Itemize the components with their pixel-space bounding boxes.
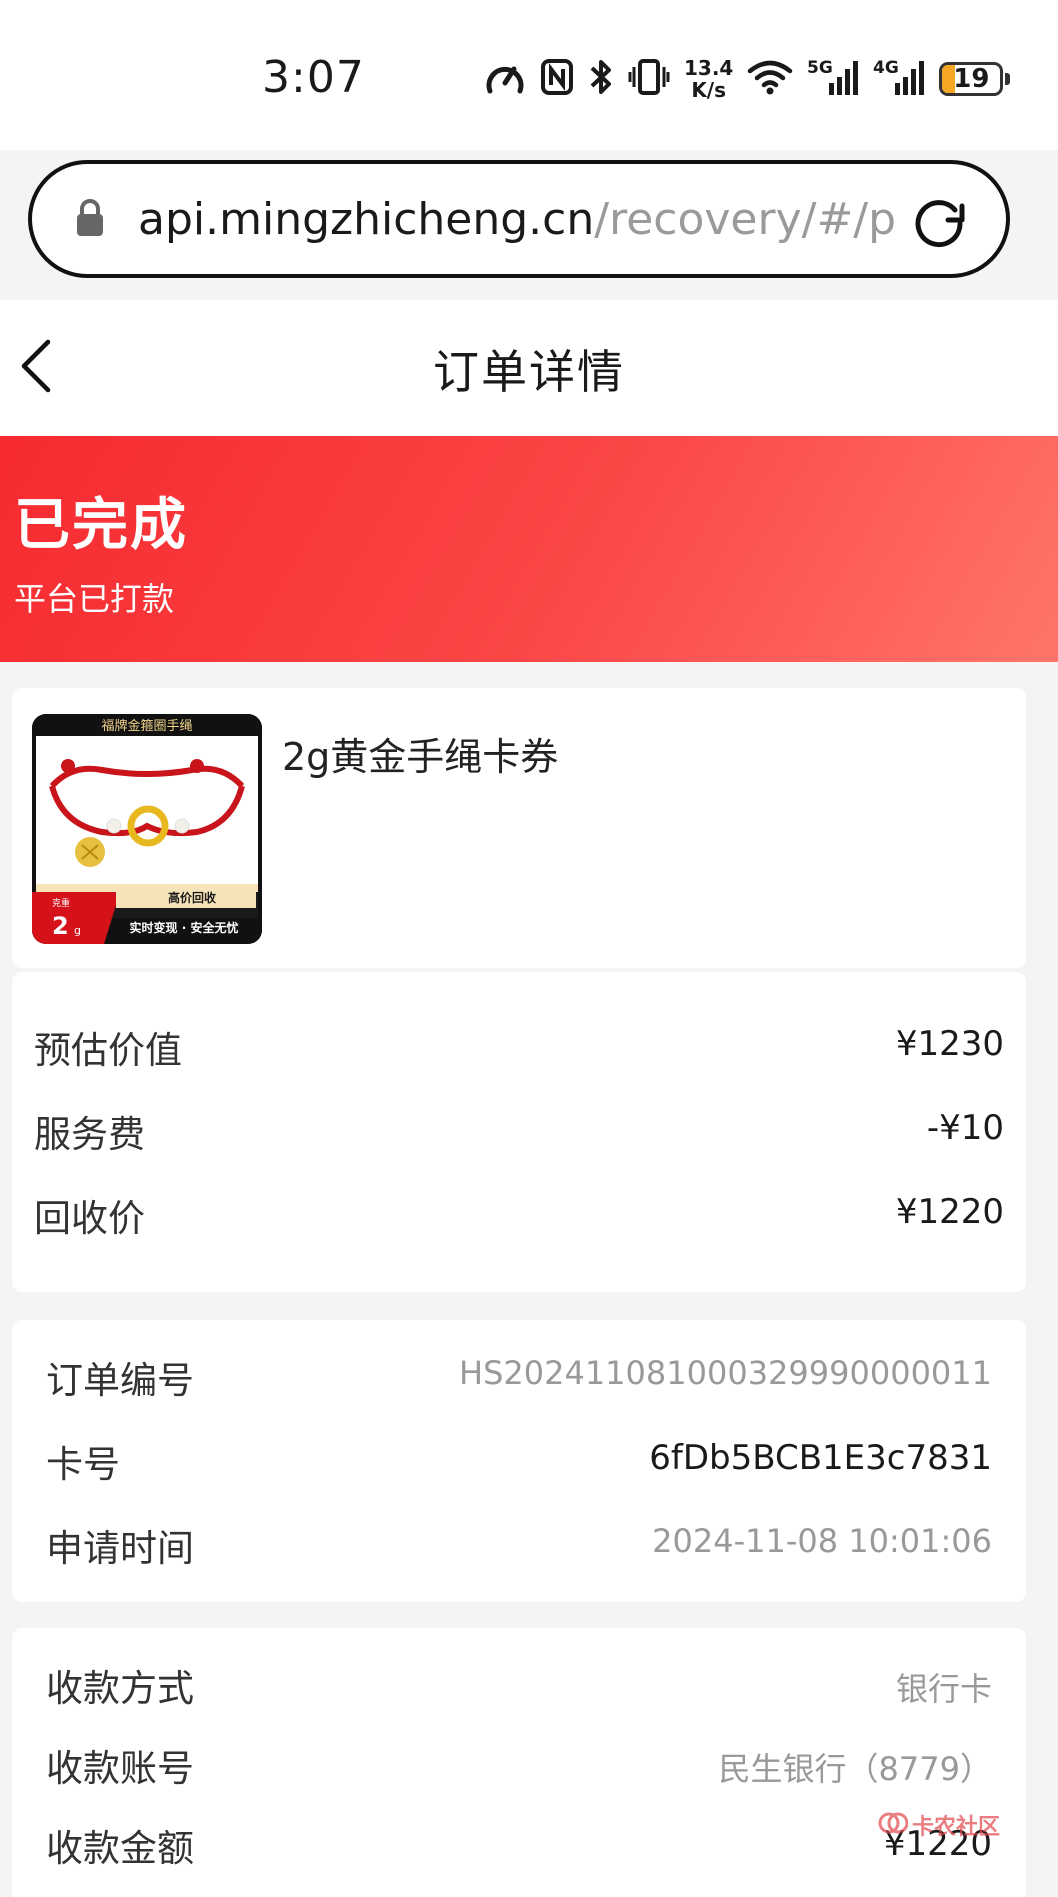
status-bar: 3:07 13.4 K/s 5G 4G 19 (0, 0, 1058, 150)
price-row: 服务费 -¥10 (12, 1104, 1026, 1164)
promo-top: 高价回收 (168, 890, 216, 905)
signal-5g-label: 5G (807, 58, 833, 78)
url-path: /recovery/#/p (594, 194, 897, 245)
lock-icon[interactable] (74, 198, 106, 242)
price-card: 预估价值 ¥1230 服务费 -¥10 回收价 ¥1220 (12, 972, 1026, 1292)
signal-5g-icon: 5G (807, 57, 859, 101)
service-fee-value: -¥10 (926, 1108, 1004, 1148)
estimated-value-label: 预估价值 (34, 1029, 182, 1072)
order-status: 已完成 (14, 493, 188, 558)
url-text[interactable]: api.mingzhicheng.cn/recovery/#/p (138, 192, 900, 248)
card-number-label: 卡号 (46, 1443, 120, 1486)
battery-level: 19 (953, 64, 990, 94)
order-status-subtitle: 平台已打款 (14, 580, 175, 618)
wifi-icon (747, 57, 793, 101)
order-row: 卡号 6fDb5BCB1E3c7831 (12, 1434, 1026, 1494)
address-bar[interactable]: api.mingzhicheng.cn/recovery/#/p (28, 160, 1010, 278)
status-icons: 13.4 K/s 5G 4G 19 (484, 54, 1011, 104)
promo-bottom: 实时变现 · 安全无忧 (130, 920, 239, 935)
payment-card: 收款方式 银行卡 收款账号 民生银行（8779） 收款金额 ¥1220 (12, 1628, 1026, 1897)
net-speed-value: 13.4 (684, 56, 734, 80)
order-number-label: 订单编号 (46, 1359, 194, 1402)
order-info-card: 订单编号 HS202411081000329990000011 卡号 6fDb5… (12, 1320, 1026, 1602)
recovery-price-label: 回收价 (34, 1197, 145, 1240)
payment-row: 收款账号 民生银行（8779） (12, 1738, 1026, 1798)
weight-caption: 克重 (52, 897, 70, 909)
signal-4g-label: 4G (873, 58, 899, 78)
bluetooth-icon (588, 57, 614, 101)
payment-account-label: 收款账号 (46, 1747, 194, 1790)
watermark: 卡农社区 (878, 1808, 1000, 1842)
signal-4g-icon: 4G (873, 57, 925, 101)
payment-row: 收款金额 ¥1220 (12, 1818, 1026, 1878)
payment-method-value: 银行卡 (895, 1670, 992, 1708)
watermark-text: 卡农社区 (912, 1815, 1001, 1840)
net-speed-unit: K/s (691, 78, 727, 102)
product-name: 2g黄金手绳卡券 (282, 735, 559, 779)
weight-value: 2 (52, 912, 69, 940)
recovery-price-value: ¥1220 (895, 1192, 1004, 1232)
order-row: 申请时间 2024-11-08 10:01:06 (12, 1518, 1026, 1578)
estimated-value: ¥1230 (895, 1024, 1004, 1064)
battery-icon: 19 (939, 62, 1011, 96)
product-image-top-label: 福牌金箍圈手绳 (101, 718, 192, 734)
page-header: 订单详情 (0, 300, 1058, 436)
product-card: 福牌金箍圈手绳 克重 2 g 高价回收 实时变现 · 安全无忧 2g黄金手绳卡券 (12, 688, 1026, 968)
product-image: 福牌金箍圈手绳 克重 2 g 高价回收 实时变现 · 安全无忧 (32, 714, 262, 944)
price-row: 预估价值 ¥1230 (12, 1020, 1026, 1080)
order-status-banner: 已完成 平台已打款 (0, 436, 1058, 662)
network-speed: 13.4 K/s (684, 57, 733, 101)
status-time: 3:07 (262, 52, 365, 103)
apply-time-label: 申请时间 (46, 1527, 194, 1570)
order-row: 订单编号 HS202411081000329990000011 (12, 1350, 1026, 1410)
watermark-logo-icon (878, 1808, 909, 1842)
nfc-icon (540, 58, 574, 100)
payment-amount-label: 收款金额 (46, 1827, 194, 1870)
weight-unit: g (74, 924, 81, 937)
url-host: api.mingzhicheng.cn (138, 194, 595, 245)
service-fee-label: 服务费 (34, 1113, 145, 1156)
page-title: 订单详情 (433, 345, 625, 399)
order-number-value[interactable]: HS202411081000329990000011 (459, 1354, 992, 1392)
apply-time-value: 2024-11-08 10:01:06 (652, 1522, 992, 1560)
speedometer-icon (484, 57, 526, 101)
card-number-value[interactable]: 6fDb5BCB1E3c7831 (649, 1438, 992, 1478)
payment-account-value: 民生银行（8779） (718, 1750, 992, 1788)
vibrate-icon (628, 57, 670, 101)
reload-icon[interactable] (908, 190, 970, 256)
payment-method-label: 收款方式 (46, 1667, 194, 1710)
payment-row: 收款方式 银行卡 (12, 1658, 1026, 1718)
price-row: 回收价 ¥1220 (12, 1188, 1026, 1248)
